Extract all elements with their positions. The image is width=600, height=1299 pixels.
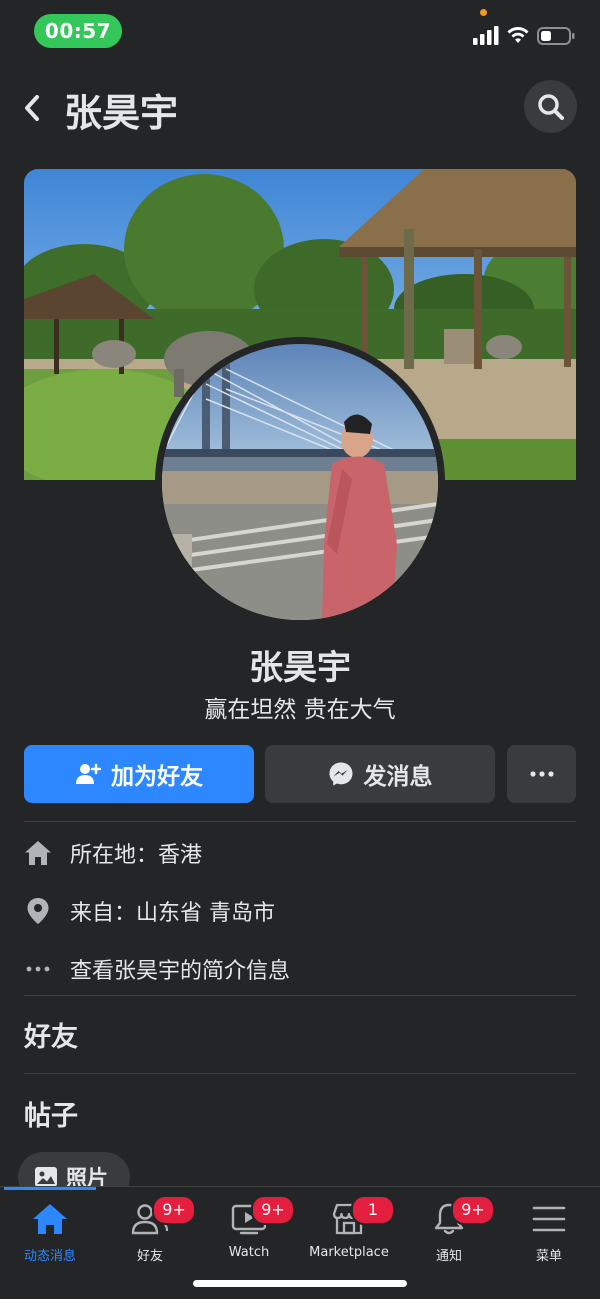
message-label: 发消息 (363, 764, 433, 790)
tab-notifications[interactable]: 9+ 通知 (399, 1187, 499, 1267)
page-title: 张昊宇 (64, 91, 179, 135)
tab-friends[interactable]: 9+ 好友 (100, 1187, 200, 1267)
menu-icon (529, 1201, 569, 1237)
see-about-link[interactable]: 查看张昊宇的简介信息 (70, 953, 290, 985)
friends-section-title: 好友 (24, 1022, 78, 1053)
info-see-about[interactable]: 查看张昊宇的简介信息 (24, 949, 290, 989)
from-text: 来自：山东省 青岛市 (70, 901, 275, 926)
message-button[interactable]: 发消息 (265, 745, 495, 803)
profile-bio: 赢在坦然 贵在大气 (204, 697, 396, 723)
home-icon (30, 1201, 70, 1237)
tab-news-feed[interactable]: 动态消息 (0, 1187, 100, 1267)
info-lives-in: 所在地：香港 (24, 833, 202, 873)
more-options-button[interactable] (507, 745, 576, 803)
tab-label: 动态消息 (23, 1249, 76, 1264)
more-dots-icon (24, 955, 52, 983)
divider (24, 821, 576, 822)
notification-badge: 9+ (152, 1195, 196, 1225)
search-icon (537, 93, 564, 120)
location-pin-icon (24, 897, 52, 925)
privacy-indicator-dot (480, 9, 487, 16)
tab-label: Watch (228, 1245, 270, 1260)
add-friend-button[interactable]: 加为好友 (24, 745, 254, 803)
battery-icon (537, 27, 575, 45)
back-button[interactable] (14, 88, 50, 128)
divider (24, 1073, 576, 1074)
add-friend-label: 加为好友 (111, 764, 203, 790)
profile-name: 张昊宇 (249, 648, 351, 688)
notification-badge: 9+ (251, 1195, 295, 1225)
divider (24, 995, 576, 996)
tab-label: 菜单 (535, 1249, 562, 1264)
cellular-signal-icon (473, 26, 499, 45)
photo-icon (35, 1167, 57, 1187)
tab-marketplace[interactable]: 1 Marketplace (299, 1187, 399, 1267)
status-time: 00:57 (34, 14, 122, 48)
add-friend-icon (76, 763, 101, 784)
lives-in-text: 所在地：香港 (70, 843, 203, 868)
bottom-tab-bar: 动态消息 9+ 好友 9+ Watch 1 Marketplace 9+ 通知 … (0, 1186, 600, 1299)
notification-badge: 1 (351, 1195, 395, 1225)
tab-menu[interactable]: 菜单 (499, 1187, 599, 1267)
status-bar: 00:57 (0, 0, 600, 64)
home-icon (24, 839, 52, 867)
avatar[interactable] (155, 337, 445, 627)
search-button[interactable] (524, 80, 577, 133)
profile-header: 张昊宇 (0, 64, 600, 154)
info-from: 来自：山东省 青岛市 (24, 891, 275, 931)
chevron-left-icon (25, 95, 39, 121)
wifi-icon (507, 27, 529, 43)
home-indicator (193, 1280, 407, 1287)
tab-label: Marketplace (309, 1245, 389, 1260)
tab-label: 通知 (435, 1249, 462, 1264)
profile-picture-image (162, 344, 438, 620)
notification-badge: 9+ (451, 1195, 495, 1225)
profile-picture (162, 344, 438, 620)
tab-watch[interactable]: 9+ Watch (199, 1187, 299, 1267)
tab-label: 好友 (136, 1249, 163, 1264)
messenger-icon (329, 762, 352, 786)
more-dots-icon (529, 771, 554, 777)
posts-section-title: 帖子 (24, 1101, 78, 1132)
